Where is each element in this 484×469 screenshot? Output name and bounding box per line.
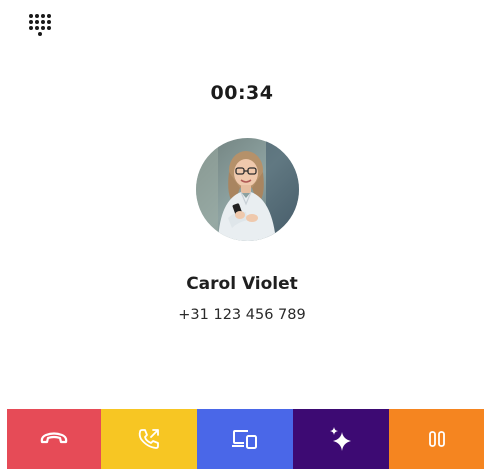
dialpad-button[interactable] — [26, 12, 56, 42]
hold-button[interactable] — [389, 409, 484, 469]
ai-assist-button[interactable] — [293, 409, 389, 469]
call-screen: 00:34 Carol Violet +31 123 456 789 — [0, 0, 484, 469]
call-transfer-icon — [138, 429, 159, 449]
contact-avatar — [196, 138, 299, 241]
call-timer: 00:34 — [210, 82, 274, 104]
contact-photo — [196, 138, 299, 241]
phone-hangup-icon — [40, 432, 68, 444]
dialpad-icon — [29, 14, 51, 36]
call-action-bar — [7, 409, 484, 469]
switch-device-button[interactable] — [197, 409, 293, 469]
contact-number: +31 123 456 789 — [178, 307, 306, 323]
sparkles-icon — [330, 427, 351, 451]
contact-name: Carol Violet — [186, 274, 298, 294]
pause-icon — [428, 431, 445, 447]
switch-device-icon — [232, 430, 257, 449]
hang-up-button[interactable] — [7, 409, 101, 469]
transfer-button[interactable] — [101, 409, 197, 469]
